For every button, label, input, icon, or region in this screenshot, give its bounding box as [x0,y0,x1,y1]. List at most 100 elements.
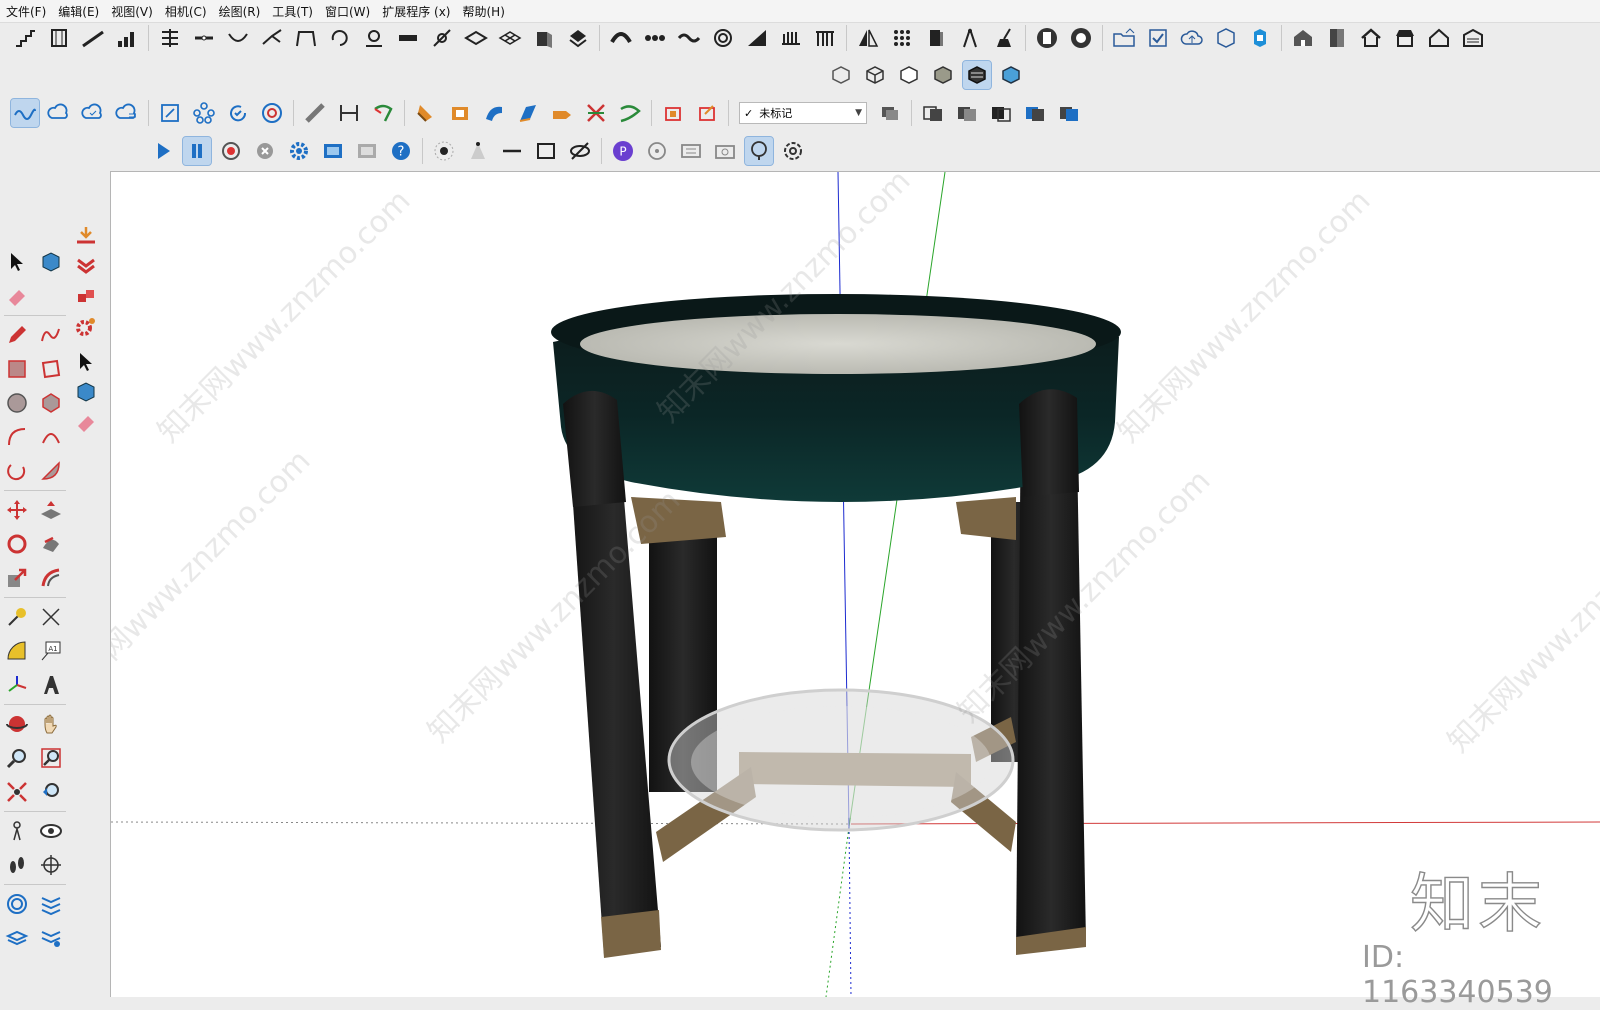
cloud-node-icon[interactable] [45,99,73,127]
section-fill-icon[interactable] [987,99,1015,127]
cubes-icon[interactable] [72,282,100,310]
split-icon[interactable] [156,24,184,52]
shaded-style-icon[interactable] [929,61,957,89]
chrome-ring-icon[interactable] [258,99,286,127]
sandbox-stamp-icon[interactable] [3,924,31,952]
text-tool-icon[interactable]: A1 [37,637,65,665]
tag-layers-icon[interactable] [876,99,904,127]
section-plane-tool-icon[interactable] [37,851,65,879]
pan-hand-icon[interactable] [37,710,65,738]
component-2-icon[interactable] [72,378,100,406]
spiral-icon[interactable] [709,24,737,52]
panel-icon[interactable] [922,24,950,52]
section-display-icon[interactable] [1055,99,1083,127]
wireframe-style-icon[interactable] [861,61,889,89]
gear-icon[interactable] [285,137,313,165]
paint-fill-icon[interactable] [412,99,440,127]
monochrome-style-icon[interactable] [997,61,1025,89]
arc-icon[interactable] [3,423,31,451]
column-icon[interactable] [45,24,73,52]
textured-style-icon[interactable] [962,60,992,90]
balusters-icon[interactable] [811,24,839,52]
follow-path-icon[interactable] [369,99,397,127]
line-join-icon[interactable] [190,24,218,52]
rectangle-icon[interactable] [3,355,31,383]
menu-help[interactable]: 帮助(H) [456,3,510,20]
curve-wave-icon[interactable] [10,98,40,128]
warehouse-icon[interactable] [1246,24,1274,52]
building-icon[interactable] [1323,24,1351,52]
push-pull-icon[interactable] [37,496,65,524]
move-icon[interactable] [3,496,31,524]
position-camera-icon[interactable] [3,817,31,845]
cube-download-icon[interactable] [1212,24,1240,52]
sandbox-drape-icon[interactable] [37,924,65,952]
orbit-render-icon[interactable] [643,137,671,165]
wave-icon[interactable] [675,24,703,52]
line-light-icon[interactable] [498,137,526,165]
rotate-path-icon[interactable] [326,24,354,52]
dimension-icon[interactable] [335,99,363,127]
arc-3pt-icon[interactable] [3,457,31,485]
arch-icon[interactable] [292,24,320,52]
zoom-window-icon[interactable] [37,744,65,772]
rect-light-icon[interactable] [532,137,560,165]
hidden-line-style-icon[interactable] [895,61,923,89]
axes-icon[interactable] [3,671,31,699]
intersect-red-icon[interactable] [582,99,610,127]
home-icon[interactable] [1357,24,1385,52]
menu-view[interactable]: 视图(V) [105,3,159,20]
bar-steps-icon[interactable] [113,24,141,52]
3d-text-icon[interactable] [37,671,65,699]
record-icon[interactable] [217,137,245,165]
render-camera-icon[interactable] [711,137,739,165]
tape-measure-icon[interactable] [3,603,31,631]
component-icon[interactable] [37,248,65,276]
protractor-icon[interactable] [3,637,31,665]
pipe-icon[interactable] [428,24,456,52]
dimension-tool-icon[interactable] [37,603,65,631]
walk-icon[interactable] [3,851,31,879]
mirror-icon[interactable] [854,24,882,52]
select-frame-icon[interactable] [659,99,687,127]
menu-camera[interactable]: 相机(C) [159,3,213,20]
help-icon[interactable]: ? [387,137,415,165]
arc-2pt-icon[interactable] [37,423,65,451]
chevron-stack-icon[interactable] [72,252,100,280]
orbit-icon[interactable] [3,710,31,738]
curve-down-icon[interactable] [224,24,252,52]
section-blue-icon[interactable] [1021,99,1049,127]
menu-tools[interactable]: 工具(T) [266,3,319,20]
freehand-icon[interactable] [37,321,65,349]
garage-icon[interactable] [1459,24,1487,52]
sandbox-contours-icon[interactable] [3,890,31,918]
previous-view-icon[interactable] [37,778,65,806]
pause-icon[interactable] [182,136,212,166]
push-orange-icon[interactable] [548,99,576,127]
layers-icon[interactable] [462,24,490,52]
sandbox-scratch-icon[interactable] [37,890,65,918]
flat-bar-icon[interactable] [394,24,422,52]
orange-box-icon[interactable] [446,99,474,127]
eraser-shape-icon[interactable] [564,24,592,52]
scale-box-icon[interactable] [156,99,184,127]
pie-icon[interactable] [37,457,65,485]
camera-lens-icon[interactable] [1067,24,1095,52]
house-outline-icon[interactable] [1425,24,1453,52]
render-logo-icon[interactable]: P [609,137,637,165]
look-around-icon[interactable] [37,817,65,845]
ramp-icon[interactable] [79,24,107,52]
tag-dropdown[interactable]: ✓ 未标记 ▼ [739,102,867,124]
polygon-icon[interactable] [37,389,65,417]
compass-icon[interactable] [956,24,984,52]
grid-plane-icon[interactable] [496,24,524,52]
store-icon[interactable] [1391,24,1419,52]
dot-array-icon[interactable] [888,24,916,52]
refresh-check-icon[interactable] [224,99,252,127]
zoom-icon[interactable] [3,744,31,772]
pipe-along-icon[interactable] [301,99,329,127]
unfold-icon[interactable] [514,99,542,127]
stairs-icon[interactable] [11,24,39,52]
xray-style-icon[interactable] [827,61,855,89]
render-flower-icon[interactable] [779,137,807,165]
